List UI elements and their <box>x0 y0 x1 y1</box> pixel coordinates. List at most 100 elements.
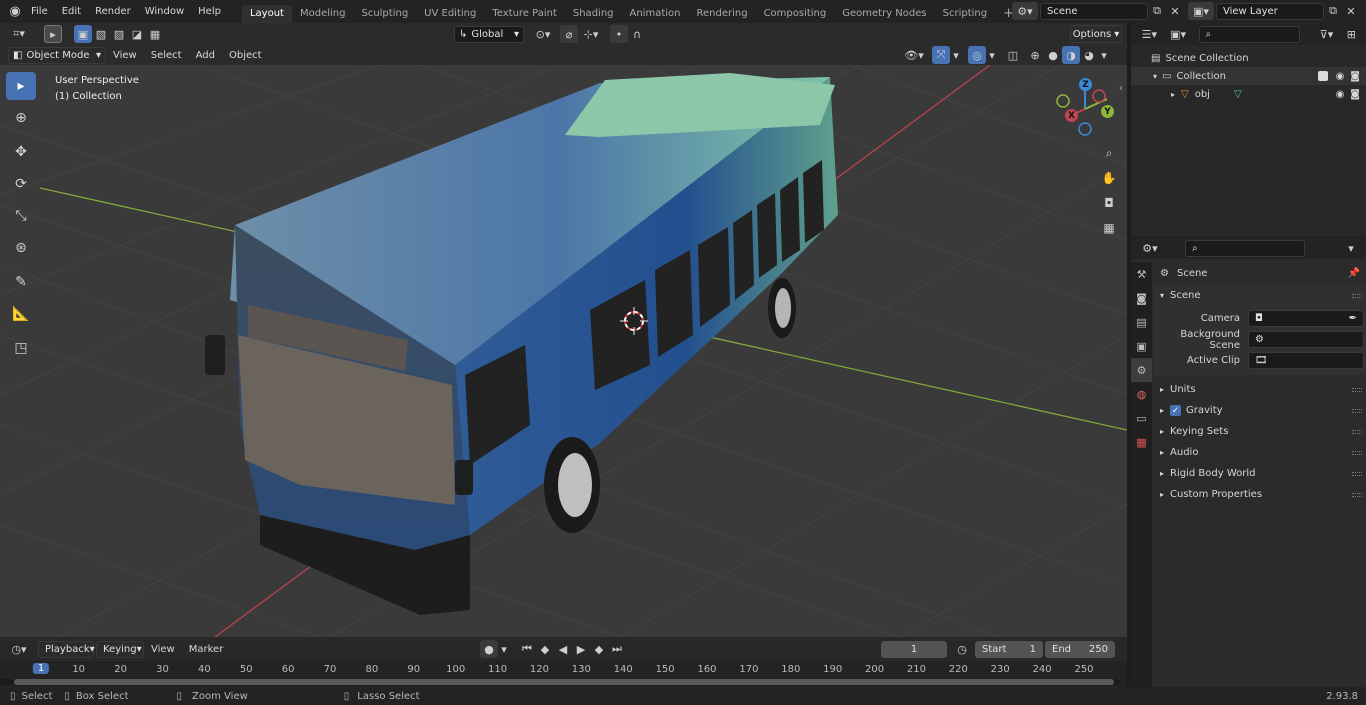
scene-icon[interactable]: ⚙▾ <box>1012 2 1038 20</box>
scene-tab-icon[interactable]: ⚙ <box>1131 358 1152 382</box>
scene-panel-header[interactable]: ▾ Scene <box>1154 285 1366 306</box>
current-frame-marker[interactable]: 1 <box>32 663 50 674</box>
editor-type-icon[interactable]: ⌗▾ <box>6 25 32 43</box>
jump-end-icon[interactable]: ⏭ <box>608 640 626 658</box>
measure-tool-icon[interactable]: 📐 <box>6 300 36 328</box>
drag-handle-icon[interactable] <box>1352 293 1362 298</box>
delete-view-layer-icon[interactable]: ✕ <box>1342 2 1360 20</box>
tab-layout[interactable]: Layout <box>241 4 292 23</box>
proportional-editing-icon[interactable]: • <box>610 25 628 43</box>
display-mode-icon[interactable]: ▣▾ <box>1166 25 1191 43</box>
preview-range-clock-icon[interactable]: ◷ <box>953 640 971 658</box>
background-scene-field[interactable]: ⚙ <box>1248 331 1364 348</box>
render-camera-icon[interactable]: ◙ <box>1350 89 1360 100</box>
subpanel-audio[interactable]: ▸ Audio <box>1154 442 1366 463</box>
gizmo-z-axis[interactable]: Z <box>1079 78 1092 91</box>
tab-compositing[interactable]: Compositing <box>756 5 835 23</box>
solid-shading-icon[interactable]: ● <box>1044 46 1062 64</box>
timeline-editor-type-icon[interactable]: ◷▾ <box>6 640 32 658</box>
subpanel-gravity[interactable]: ▸ ✓ Gravity <box>1154 400 1366 421</box>
menu-edit[interactable]: Edit <box>55 0 88 23</box>
pin-icon[interactable]: 📌 <box>1348 268 1360 279</box>
scene-name-field[interactable]: Scene <box>1040 2 1148 20</box>
navigation-gizmo[interactable]: Z Y X <box>1055 77 1117 139</box>
perspective-toggle-icon[interactable]: ▦ <box>1098 217 1120 239</box>
gizmo-toggle-icon[interactable]: ⤧ <box>932 46 950 64</box>
tab-scripting[interactable]: Scripting <box>935 5 995 23</box>
view-layer-icon[interactable]: ▣▾ <box>1188 2 1214 20</box>
drag-handle-icon[interactable] <box>1352 450 1362 455</box>
expand-arrow-icon[interactable]: ▸ <box>1171 90 1175 99</box>
select-intersect-icon[interactable]: ▦ <box>146 25 164 43</box>
material-preview-icon[interactable]: ◑ <box>1062 46 1080 64</box>
properties-editor-type-icon[interactable]: ⚙▾ <box>1137 239 1163 257</box>
render-tab-icon[interactable]: ◙ <box>1131 286 1152 310</box>
3d-viewport[interactable]: User Perspective (1) Collection Z Y X ⌕ … <box>0 65 1127 637</box>
tree-item-collection[interactable]: ▾ ▭ Collection ◉ ◙ <box>1131 67 1366 85</box>
select-tool-icon[interactable]: ▸ <box>44 25 62 43</box>
tab-modeling[interactable]: Modeling <box>292 5 354 23</box>
overlays-dropdown-icon[interactable]: ▾ <box>986 46 998 64</box>
viewport-menu-select[interactable]: Select <box>144 46 189 64</box>
outliner-search-field[interactable]: ⌕ <box>1198 25 1301 43</box>
move-tool-icon[interactable]: ✥ <box>6 138 36 166</box>
tab-geometry-nodes[interactable]: Geometry Nodes <box>834 5 934 23</box>
keying-menu[interactable]: Keying ▾ <box>96 640 144 658</box>
tab-rendering[interactable]: Rendering <box>688 5 755 23</box>
subpanel-custom-properties[interactable]: ▸ Custom Properties <box>1154 484 1366 505</box>
rendered-shading-icon[interactable]: ◕ <box>1080 46 1098 64</box>
collection-tab-icon[interactable]: ▭ <box>1131 406 1152 430</box>
zoom-icon[interactable]: ⌕ <box>1098 142 1120 164</box>
record-options-icon[interactable]: ▾ <box>498 640 510 658</box>
options-dropdown[interactable]: Options ▾ <box>1070 25 1122 43</box>
snap-toggle-icon[interactable]: ⌀ <box>560 25 578 43</box>
tab-uv-editing[interactable]: UV Editing <box>416 5 484 23</box>
transform-orientation-dropdown[interactable]: ↳ Global ▾ <box>454 25 524 43</box>
gravity-checkbox[interactable]: ✓ <box>1170 405 1182 416</box>
tree-item-scene-collection[interactable]: ▤ Scene Collection <box>1131 49 1366 67</box>
exclude-checkbox-icon[interactable] <box>1317 71 1328 81</box>
world-tab-icon[interactable]: ◍ <box>1131 382 1152 406</box>
overlays-toggle-icon[interactable]: ◎ <box>968 46 986 64</box>
drag-handle-icon[interactable] <box>1352 408 1362 413</box>
select-box-tool-icon[interactable]: ▸ <box>6 72 36 100</box>
tree-item-obj[interactable]: ▸ ▽ obj ▽ ◉ ◙ <box>1131 85 1366 103</box>
new-scene-icon[interactable]: ⧉ <box>1148 2 1166 20</box>
wireframe-shading-icon[interactable]: ⊕ <box>1026 46 1044 64</box>
texture-tab-icon[interactable]: ▦ <box>1131 430 1152 454</box>
subpanel-rigid-body-world[interactable]: ▸ Rigid Body World <box>1154 463 1366 484</box>
shading-dropdown-icon[interactable]: ▾ <box>1098 46 1110 64</box>
pivot-point-icon[interactable]: ⊙▾ <box>530 25 556 43</box>
cursor-tool-icon[interactable]: ⊕ <box>6 104 36 132</box>
expand-arrow-icon[interactable]: ▾ <box>1153 72 1157 81</box>
timeline-menu-view[interactable]: View <box>144 640 182 658</box>
snap-target-icon[interactable]: ⊹▾ <box>578 25 604 43</box>
gizmo-dropdown-icon[interactable]: ▾ <box>950 46 962 64</box>
filter-icon[interactable]: ⊽▾ <box>1314 25 1339 43</box>
view-layer-name-field[interactable]: View Layer <box>1216 2 1324 20</box>
drag-handle-icon[interactable] <box>1352 492 1362 497</box>
start-frame-field[interactable]: Start 1 <box>975 640 1043 658</box>
object-visibility-icon[interactable]: 👁▾ <box>900 46 928 64</box>
tab-shading[interactable]: Shading <box>565 5 622 23</box>
menu-file[interactable]: File <box>24 0 55 23</box>
new-collection-icon[interactable]: ⊞ <box>1343 25 1360 43</box>
subpanel-units[interactable]: ▸ Units <box>1154 379 1366 400</box>
viewport-menu-object[interactable]: Object <box>222 46 269 64</box>
view-layer-tab-icon[interactable]: ▣ <box>1131 334 1152 358</box>
blender-logo-icon[interactable]: ◉ <box>6 3 24 21</box>
end-frame-field[interactable]: End 250 <box>1045 640 1115 658</box>
gizmo-x-axis[interactable]: X <box>1065 109 1078 122</box>
properties-search-field[interactable]: ⌕ <box>1185 239 1305 257</box>
next-keyframe-icon[interactable]: ◆ <box>590 640 608 658</box>
menu-window[interactable]: Window <box>138 0 191 23</box>
delete-scene-icon[interactable]: ✕ <box>1166 2 1184 20</box>
transform-tool-icon[interactable]: ⊛ <box>6 234 36 262</box>
current-frame-field[interactable]: 1 <box>881 640 947 658</box>
xray-toggle-icon[interactable]: ◫ <box>1004 46 1022 64</box>
annotate-tool-icon[interactable]: ✎ <box>6 268 36 296</box>
proportional-falloff-icon[interactable]: ∩ <box>628 25 646 43</box>
playback-menu[interactable]: Playback ▾ <box>38 640 95 658</box>
prev-keyframe-icon[interactable]: ◆ <box>536 640 554 658</box>
output-tab-icon[interactable]: ▤ <box>1131 310 1152 334</box>
